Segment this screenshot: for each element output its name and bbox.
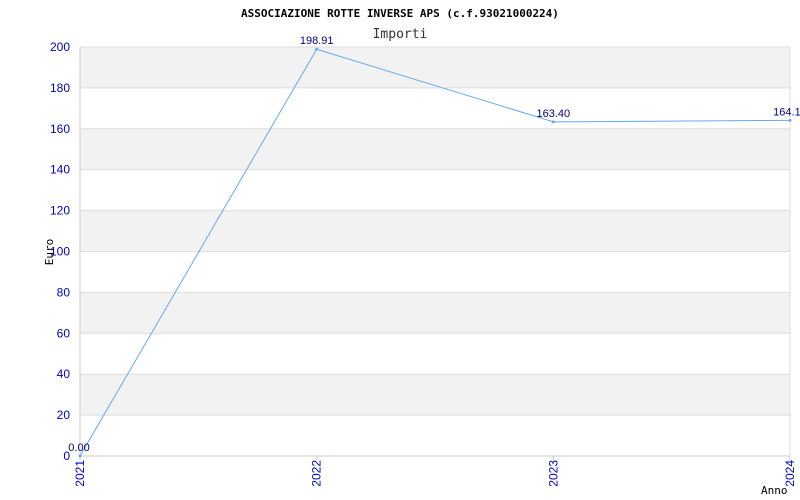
x-axis-label: Anno [761, 484, 788, 497]
x-tick-labels: 2021 2022 2023 2024 [73, 460, 797, 487]
data-label: 0.00 [68, 442, 89, 454]
data-point [78, 454, 82, 458]
y-tick-label: 160 [50, 122, 70, 136]
y-tick-label: 120 [50, 204, 70, 218]
y-tick-label: 20 [57, 408, 71, 422]
y-tick-label: 180 [50, 81, 70, 95]
x-tick-label: 2023 [546, 460, 560, 487]
data-label: 163.40 [537, 108, 571, 120]
plot-band [80, 128, 790, 170]
y-tick-label: 60 [57, 326, 71, 340]
data-point [551, 120, 555, 124]
plot-bands [80, 47, 790, 416]
x-tick-label: 2022 [310, 460, 324, 487]
x-tick-label: 2021 [73, 460, 87, 487]
data-label: 164.13 [773, 106, 800, 118]
data-point [315, 47, 319, 51]
plot-band [80, 374, 790, 416]
y-axis-label: Euro [43, 239, 56, 266]
chart-subtitle: Importi [373, 27, 428, 42]
plot-band [80, 47, 790, 88]
plot-band [80, 292, 790, 334]
y-tick-label: 200 [50, 40, 70, 54]
y-tick-label: 40 [57, 367, 71, 381]
line-chart: ASSOCIAZIONE ROTTE INVERSE APS (c.f.9302… [43, 7, 800, 497]
data-point [788, 118, 792, 122]
plot-band [80, 210, 790, 252]
chart-title: ASSOCIAZIONE ROTTE INVERSE APS (c.f.9302… [241, 7, 559, 20]
data-label: 198.91 [300, 35, 334, 47]
x-tick-label: 2024 [783, 460, 797, 487]
y-tick-label: 80 [57, 285, 71, 299]
y-tick-label: 140 [50, 163, 70, 177]
